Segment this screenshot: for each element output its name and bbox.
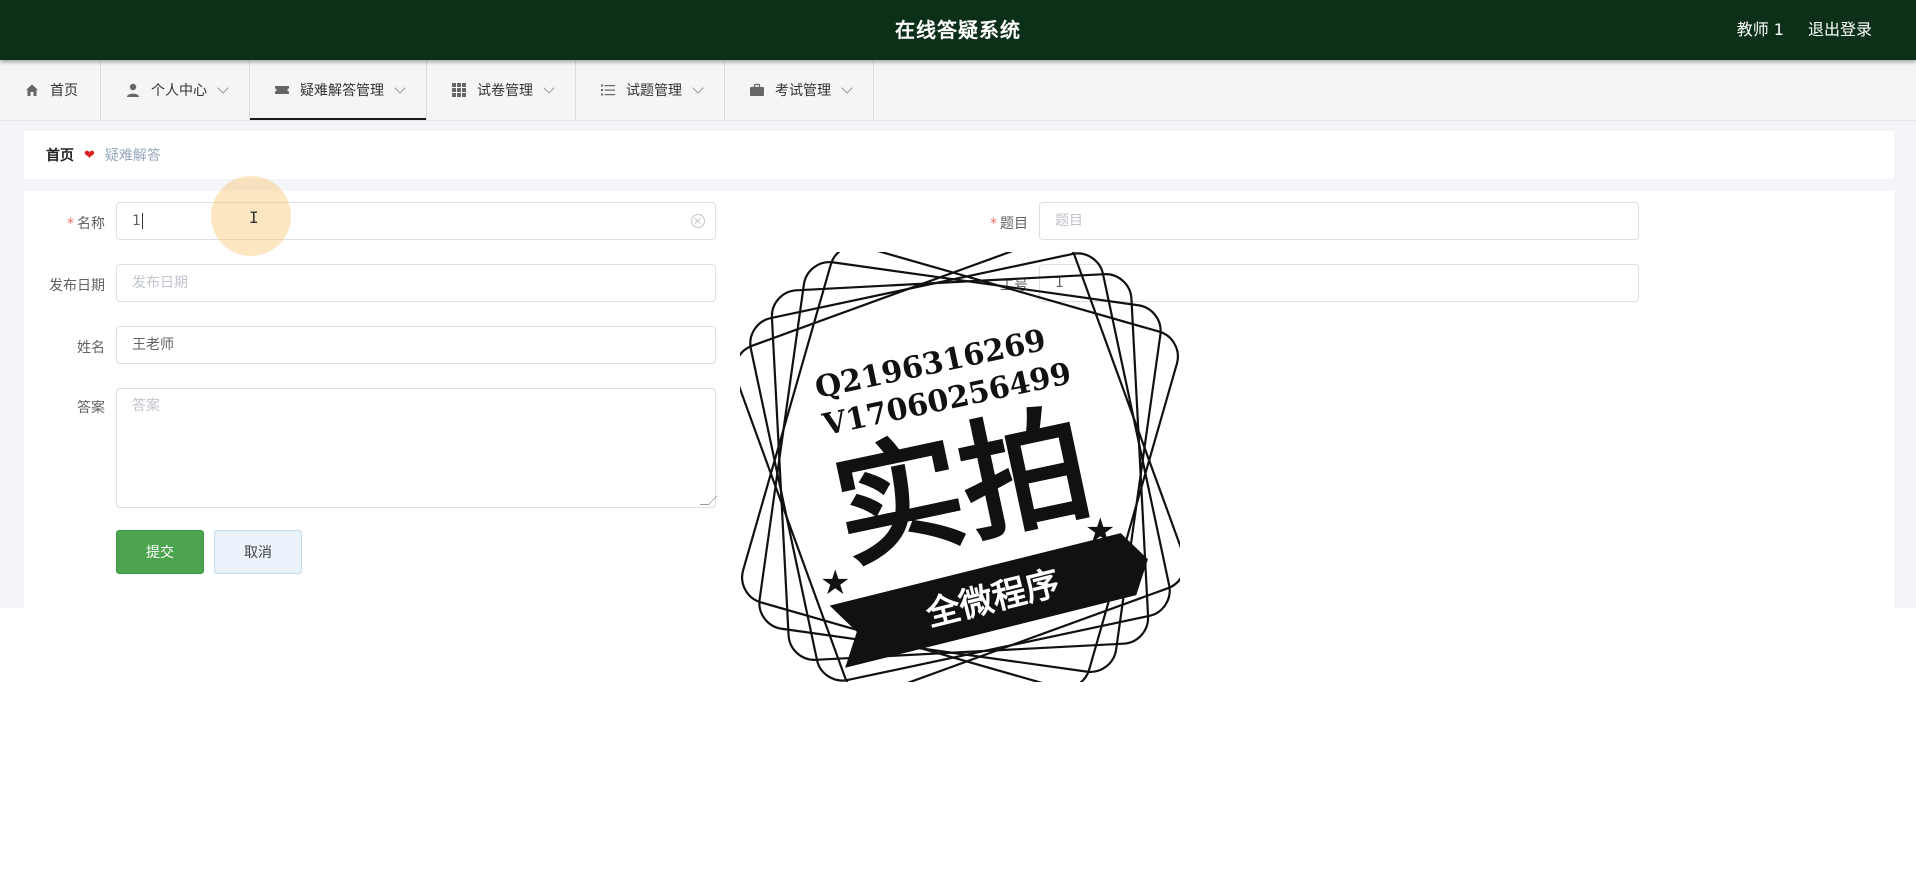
menu-item-home[interactable]: 首页: [0, 60, 101, 120]
menu-item-personal-center[interactable]: 个人中心: [101, 60, 250, 120]
menu-item-question-management[interactable]: 试题管理: [576, 60, 725, 120]
menu-item-qa-management[interactable]: 疑难解答管理: [250, 60, 427, 120]
topic-input[interactable]: 题目: [1039, 202, 1639, 240]
chevron-down-icon: [692, 81, 704, 94]
breadcrumb: 首页 ❤ 疑难解答: [24, 131, 1894, 179]
menu-label: 首页: [50, 83, 78, 99]
text-cursor-icon: I: [249, 208, 259, 227]
chevron-down-icon: [841, 81, 853, 94]
user-icon: [125, 82, 141, 98]
resize-handle-icon[interactable]: [699, 496, 718, 505]
menu-label: 疑难解答管理: [300, 83, 384, 99]
ticket-icon: [274, 82, 290, 98]
topic-label: * 题目: [990, 216, 1028, 232]
chevron-down-icon: [543, 81, 555, 94]
breadcrumb-current: 疑难解答: [104, 148, 161, 164]
answer-label: 答案: [77, 400, 105, 416]
breadcrumb-home[interactable]: 首页: [46, 145, 74, 165]
menu-label: 试卷管理: [477, 83, 533, 99]
logout-button[interactable]: 退出登录: [1808, 0, 1872, 60]
clear-icon[interactable]: [691, 214, 705, 228]
menu-label: 个人中心: [151, 83, 207, 99]
publish-date-input[interactable]: 发布日期: [116, 264, 716, 302]
list-icon: [600, 82, 616, 98]
grid-icon: [451, 82, 467, 98]
main-menu: 首页 个人中心 疑难解答管理 试卷管理 试题管理 考试管理: [0, 60, 1916, 121]
menu-item-exam-management[interactable]: 考试管理: [725, 60, 874, 120]
cancel-button[interactable]: 取消: [214, 530, 302, 574]
menu-item-paper-management[interactable]: 试卷管理: [427, 60, 576, 120]
answer-textarea[interactable]: 答案: [116, 388, 718, 508]
watermark-stamp: Q2196316269 V17060256499 实拍 全微程序 ★ ★: [740, 252, 1180, 682]
star-icon: ★: [820, 563, 850, 603]
teacher-name-label: 姓名: [77, 340, 105, 356]
publish-date-label: 发布日期: [49, 278, 105, 294]
submit-button[interactable]: 提交: [116, 530, 204, 574]
name-input[interactable]: 1: [116, 202, 716, 240]
briefcase-icon: [749, 82, 765, 98]
top-header: 在线答疑系统 教师 1 退出登录: [0, 0, 1916, 60]
star-icon: ★: [1085, 511, 1115, 551]
name-label: * 名称: [67, 216, 105, 232]
teacher-name-input[interactable]: 王老师: [116, 326, 716, 364]
heart-icon: ❤: [84, 147, 95, 163]
app-title: 在线答疑系统: [895, 18, 1021, 42]
current-user: 教师 1: [1736, 20, 1784, 39]
menu-label: 考试管理: [775, 83, 831, 99]
chevron-down-icon: [394, 81, 406, 94]
home-icon: [24, 82, 40, 98]
chevron-down-icon: [217, 81, 229, 94]
menu-label: 试题管理: [626, 83, 682, 99]
